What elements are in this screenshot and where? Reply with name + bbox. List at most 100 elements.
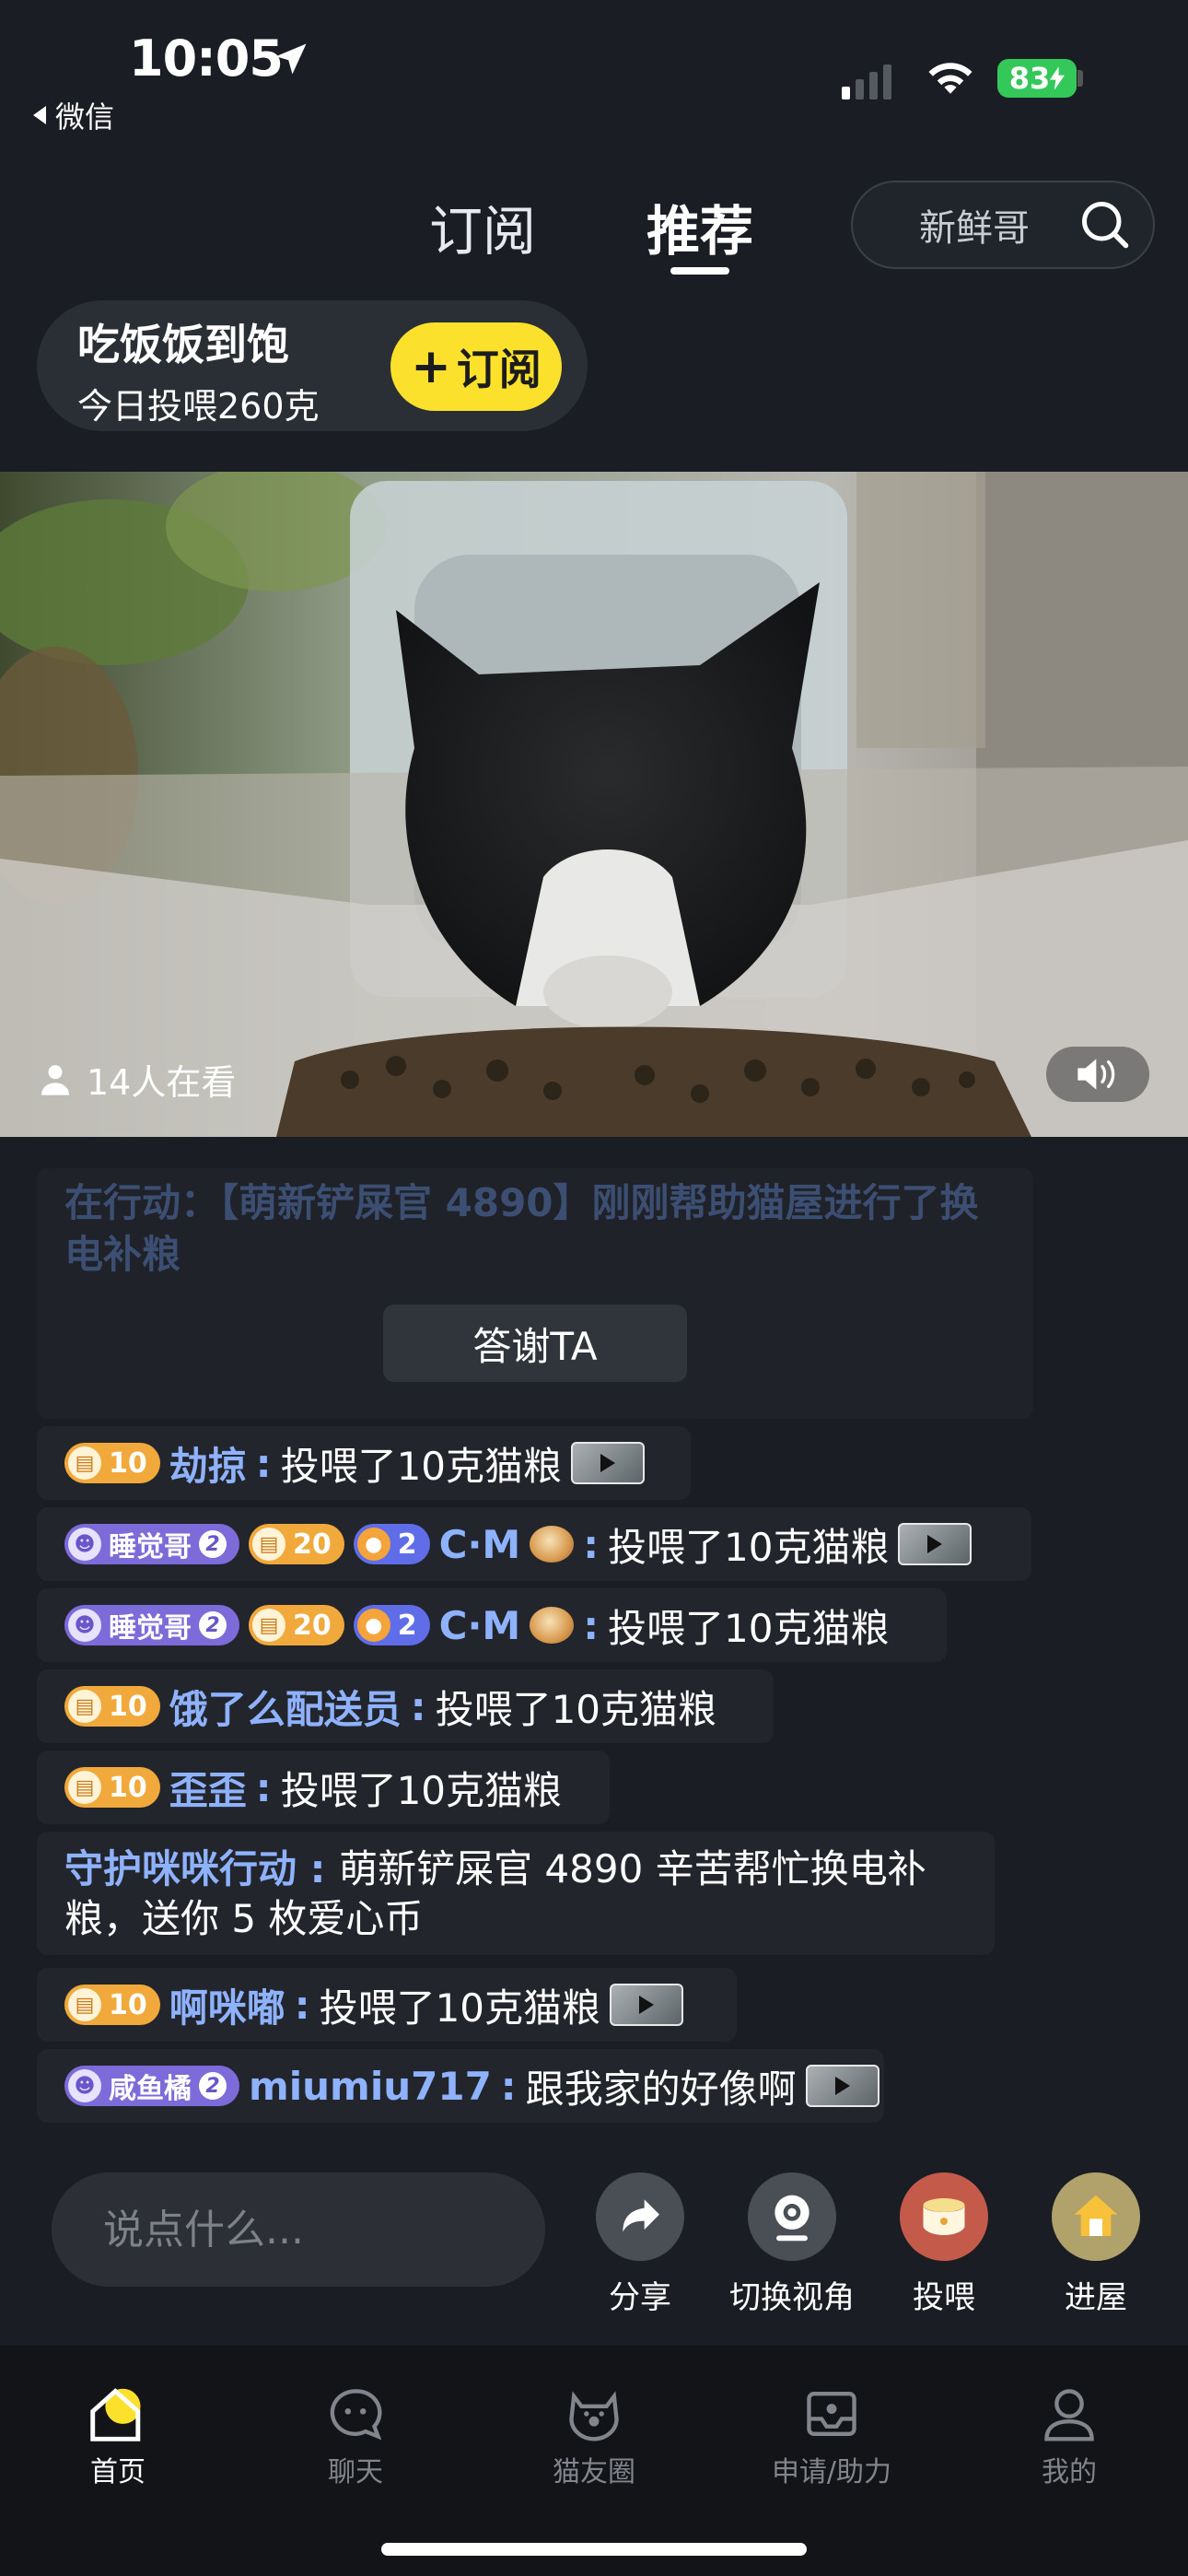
chat-nickname[interactable]: C·M bbox=[439, 1522, 521, 1567]
status-time: 10:05 bbox=[129, 29, 284, 88]
chat-separator: : bbox=[297, 1846, 340, 1891]
chat-text: 投喂了10克猫粮 bbox=[280, 1443, 563, 1489]
feed-level-badge[interactable]: ▤ 10 bbox=[64, 1985, 160, 2025]
viewer-count-label: 14人在看 bbox=[87, 1062, 237, 1103]
chat-message: ☻ 咸鱼橘 2 miumiu717 : 跟我家的好像啊 bbox=[37, 2049, 884, 2123]
badge-value: 睡觉哥 bbox=[109, 1531, 192, 1563]
chat-bubble-icon bbox=[330, 2389, 382, 2441]
title-badge[interactable]: ☻ 睡觉哥 2 bbox=[64, 1524, 239, 1564]
chat-text: 投喂了10克猫粮 bbox=[608, 1605, 890, 1651]
person-icon bbox=[41, 1064, 69, 1095]
house-icon bbox=[1052, 2172, 1140, 2261]
feed-level-badge[interactable]: ▤ 20 bbox=[249, 1524, 344, 1564]
feed-level-badge[interactable]: ▤ 20 bbox=[249, 1605, 344, 1645]
feed-level-badge[interactable]: ▤ 10 bbox=[64, 1767, 160, 1808]
feed-label: 投喂 bbox=[913, 2279, 975, 2316]
tabbar-circle[interactable]: 猫友圈 bbox=[502, 2386, 686, 2489]
search-icon[interactable] bbox=[1077, 197, 1133, 252]
feed-button[interactable]: 投喂 bbox=[884, 2172, 1004, 2317]
home-indicator bbox=[381, 2543, 807, 2556]
tabbar-apply[interactable]: 申请/助力 bbox=[740, 2386, 924, 2489]
cellular-signal-icon bbox=[842, 64, 891, 100]
video-clip-thumbnail[interactable] bbox=[610, 1984, 684, 2026]
video-clip-thumbnail[interactable] bbox=[898, 1523, 973, 1565]
chat-message: ▤ 10 歪歪 : 投喂了10克猫粮 bbox=[37, 1751, 610, 1824]
chat-separator: : bbox=[583, 1602, 599, 1648]
video-clip-thumbnail[interactable] bbox=[805, 2065, 879, 2107]
play-icon bbox=[927, 1535, 943, 1553]
tabbar-circle-label: 猫友圈 bbox=[553, 2456, 635, 2488]
chat-text: 投喂了10克猫粮 bbox=[280, 1767, 563, 1813]
food-bag-icon: ▤ bbox=[68, 1988, 101, 2021]
chat-separator: : bbox=[255, 1764, 272, 1810]
chat-text: 投喂了10克猫粮 bbox=[435, 1686, 717, 1732]
battery-cap bbox=[1077, 70, 1083, 87]
chat-nickname[interactable]: 歪歪 bbox=[169, 1760, 247, 1816]
chat-separator: : bbox=[255, 1440, 272, 1486]
chat-separator: : bbox=[410, 1683, 426, 1729]
food-bag-icon: ▤ bbox=[252, 1528, 285, 1561]
tab-recommend[interactable]: 推荐 bbox=[646, 188, 753, 265]
tabbar-mine[interactable]: 我的 bbox=[977, 2386, 1161, 2489]
cat-head-icon: ● bbox=[356, 1609, 390, 1642]
badge-value: 2 bbox=[397, 1528, 417, 1561]
cat-fan-badge[interactable]: ● 2 bbox=[353, 1524, 430, 1564]
cat-avatar-icon: ☻ bbox=[68, 1528, 101, 1561]
chat-nickname[interactable]: miumiu717 bbox=[249, 2064, 492, 2109]
switch-view-label: 切换视角 bbox=[729, 2279, 855, 2316]
subscribe-button-label: 订阅 bbox=[456, 345, 542, 394]
food-bag-icon: ▤ bbox=[68, 1690, 101, 1723]
bread-emoji-icon bbox=[530, 1607, 575, 1644]
chat-separator: : bbox=[500, 2063, 517, 2109]
chat-text: 投喂了10克猫粮 bbox=[608, 1524, 890, 1570]
badge-value: 10 bbox=[109, 1988, 147, 2021]
camera-icon bbox=[748, 2172, 836, 2261]
cat-head-icon: ● bbox=[356, 1528, 390, 1561]
tabbar-home-label: 首页 bbox=[90, 2456, 146, 2488]
chat-separator: : bbox=[294, 1982, 310, 2028]
room-feed-today: 今日投喂260克 bbox=[77, 386, 320, 427]
cat-avatar-icon: ☻ bbox=[68, 1609, 101, 1642]
comment-input[interactable] bbox=[52, 2172, 545, 2287]
speaker-icon bbox=[1077, 1059, 1115, 1090]
chat-nickname[interactable]: 饿了么配送员 bbox=[169, 1679, 402, 1735]
subscribe-button[interactable]: + 订阅 bbox=[390, 322, 562, 411]
feed-level-badge[interactable]: ▤ 10 bbox=[64, 1686, 160, 1727]
chat-nickname[interactable]: 啊咪嘟 bbox=[169, 1977, 285, 2033]
tabbar-mine-label: 我的 bbox=[1042, 2456, 1097, 2488]
play-icon bbox=[639, 1996, 655, 2014]
title-badge[interactable]: ☻ 咸鱼橘 2 bbox=[64, 2066, 239, 2106]
back-to-app[interactable]: 微信 bbox=[33, 94, 114, 136]
badge-level: 2 bbox=[199, 1611, 227, 1639]
share-button[interactable]: 分享 bbox=[580, 2172, 700, 2317]
food-bag-icon: ▤ bbox=[68, 1771, 101, 1804]
tab-subscribe[interactable]: 订阅 bbox=[429, 188, 536, 265]
chat-nickname[interactable]: 守护咪咪行动 bbox=[64, 1846, 297, 1891]
video-clip-thumbnail[interactable] bbox=[571, 1442, 646, 1484]
paw-inbox-icon bbox=[807, 2392, 856, 2436]
sound-toggle-button[interactable] bbox=[1046, 1047, 1149, 1102]
chat-message: ▤ 10 劫掠 : 投喂了10克猫粮 bbox=[37, 1426, 691, 1500]
notice-text: 在行动：【萌新铲屎官 4890】刚刚帮助猫屋进行了换电补粮 bbox=[64, 1180, 979, 1277]
tabbar-chat[interactable]: 聊天 bbox=[263, 2386, 448, 2489]
chat-nickname[interactable]: 劫掠 bbox=[169, 1435, 247, 1492]
cat-feeding-video-frame bbox=[0, 472, 1188, 1137]
cat-avatar-icon: ☻ bbox=[68, 2069, 101, 2102]
cat-fan-badge[interactable]: ● 2 bbox=[353, 1605, 430, 1645]
enter-house-label: 进屋 bbox=[1065, 2279, 1127, 2316]
food-bag-icon: ▤ bbox=[68, 1446, 101, 1480]
badge-value: 10 bbox=[109, 1690, 147, 1723]
location-arrow-icon bbox=[275, 43, 307, 75]
thanks-button[interactable]: 答谢TA bbox=[383, 1305, 687, 1382]
switch-view-button[interactable]: 切换视角 bbox=[729, 2172, 855, 2317]
battery-indicator: 83 bbox=[997, 59, 1077, 98]
badge-value: 10 bbox=[109, 1446, 147, 1480]
chat-nickname[interactable]: C·M bbox=[439, 1603, 521, 1648]
tabbar-apply-label: 申请/助力 bbox=[771, 2456, 892, 2488]
tabbar-home[interactable]: 首页 bbox=[26, 2386, 210, 2489]
chat-message: 守护咪咪行动 : 萌新铲屎官 4890 辛苦帮忙换电补粮，送你 5 枚爱心币 bbox=[37, 1832, 995, 1955]
title-badge[interactable]: ☻ 睡觉哥 2 bbox=[64, 1605, 239, 1645]
feed-level-badge[interactable]: ▤ 10 bbox=[64, 1443, 160, 1483]
live-video-stream[interactable] bbox=[0, 472, 1188, 1137]
enter-house-button[interactable]: 进屋 bbox=[1036, 2172, 1156, 2317]
